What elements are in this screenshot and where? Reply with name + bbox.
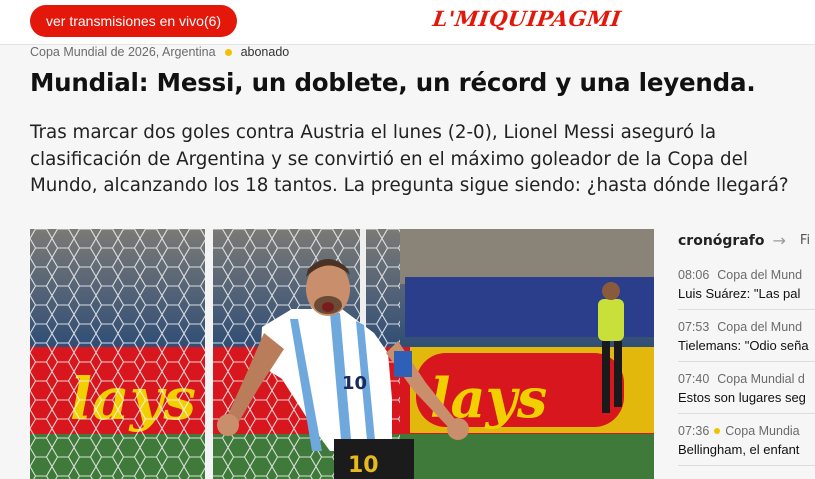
site-logo[interactable]: L'MIQUIPAGMI <box>431 6 623 31</box>
news-title[interactable]: Luis Suárez: "Las pal <box>678 286 815 301</box>
subscriber-dot-icon <box>224 48 232 56</box>
top-bar: ver transmisiones en vivo(6) L'MIQUIPAGM… <box>0 0 815 45</box>
news-section: Copa Mundia <box>725 424 800 438</box>
live-streams-button[interactable]: ver transmisiones en vivo(6) <box>30 5 238 37</box>
section-link[interactable]: Copa Mundial de 2026, Argentina <box>30 45 216 59</box>
sidebar-extra-label[interactable]: Fi <box>800 233 810 248</box>
news-time: 08:06 <box>678 268 710 282</box>
news-section: Copa del Mund <box>717 320 803 334</box>
news-item[interactable]: 08:06 Copa del Mund Luis Suárez: "Las pal <box>678 268 815 301</box>
jersey-front-number: 10 <box>342 373 367 394</box>
jersey-number: 10 <box>348 453 379 478</box>
news-title[interactable]: Estos son lugares seg <box>678 390 815 405</box>
news-item[interactable]: 07:40 Copa Mundial d Estos son lugares se… <box>678 372 815 405</box>
news-item[interactable]: 07:53 Copa del Mund Tielemans: "Odio seña <box>678 320 815 353</box>
article-lead: Tras marcar dos goles contra Austria el … <box>30 122 789 196</box>
news-title[interactable]: Bellingham, el enfant <box>678 442 815 457</box>
article-photo[interactable]: lays lays 10 10 <box>30 229 654 479</box>
news-title[interactable]: Tielemans: "Odio seña <box>678 338 815 353</box>
news-time: 07:36 <box>678 424 710 438</box>
cronografo-title[interactable]: cronógrafo <box>678 233 765 249</box>
news-section: Copa del Mund <box>717 268 803 282</box>
news-section: Copa Mundial d <box>717 372 805 386</box>
news-time: 07:40 <box>678 372 710 386</box>
divider <box>678 309 815 310</box>
messi-celebration-photo: lays lays 10 10 <box>30 229 654 479</box>
arrow-right-icon[interactable]: → <box>773 231 786 250</box>
article-kicker: Copa Mundial de 2026, Argentina abonado <box>30 45 289 59</box>
subscriber-dot-icon <box>714 428 721 434</box>
divider <box>678 413 815 414</box>
article-headline[interactable]: Mundial: Messi, un doblete, un récord y … <box>30 68 756 97</box>
cronografo-header[interactable]: cronógrafo → Fi <box>678 231 810 250</box>
divider <box>678 361 815 362</box>
news-time: 07:53 <box>678 320 710 334</box>
subscriber-badge: abonado <box>240 45 290 59</box>
divider <box>678 465 815 466</box>
news-item[interactable]: 07:36 Copa Mundia Bellingham, el enfant <box>678 424 815 457</box>
